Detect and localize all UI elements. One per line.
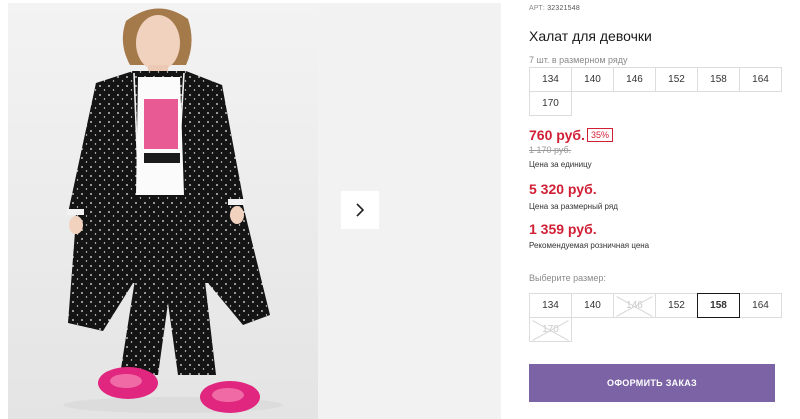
size-option-164[interactable]: 164 [739,293,782,318]
place-order-button[interactable]: ОФОРМИТЬ ЗАКАЗ [529,364,775,402]
size-option-140[interactable]: 140 [571,293,614,318]
article-number: АРТ: 32321548 [529,5,580,12]
product-photo [8,3,318,419]
article-value: 32321548 [547,5,580,12]
pack-price: 5 320 руб. [529,181,597,197]
size-option-134[interactable]: 134 [529,293,572,318]
current-price: 760 руб. [529,127,585,143]
choose-size-label: Выберите размер: [529,273,606,283]
pack-size-cell: 158 [697,67,740,92]
unit-price-caption: Цена за единицу [529,160,592,169]
retail-price-caption: Рекомендуемая розничная цена [529,241,650,250]
pack-size-grid: 134 140 146 152 158 164 170 [529,67,782,116]
chevron-right-icon [356,203,365,217]
size-option-152[interactable]: 152 [655,293,698,318]
retail-price: 1 359 руб. [529,221,597,237]
pack-size-cell: 170 [529,91,572,116]
pack-size-caption: 7 шт. в размерном ряду [529,55,628,65]
product-title: Халат для девочки [529,28,652,44]
discount-badge: 35% [587,128,614,142]
pack-size-cell: 140 [571,67,614,92]
pack-size-cell: 134 [529,67,572,92]
size-option-170-unavailable: 170 [529,317,572,342]
pack-price-caption: Цена за размерный ряд [529,202,618,211]
pack-size-cell: 152 [655,67,698,92]
article-label: АРТ: [529,5,546,12]
size-option-146-unavailable: 146 [613,293,656,318]
pack-size-cell: 164 [739,67,782,92]
gallery-next-button[interactable] [341,191,379,229]
size-picker-grid: 134 140 146 152 158 164 170 [529,293,782,342]
pack-size-cell: 146 [613,67,656,92]
size-option-158-selected[interactable]: 158 [697,293,740,318]
girl-in-robe-illustration [63,8,283,413]
old-price: 1 170 руб. [529,145,572,155]
